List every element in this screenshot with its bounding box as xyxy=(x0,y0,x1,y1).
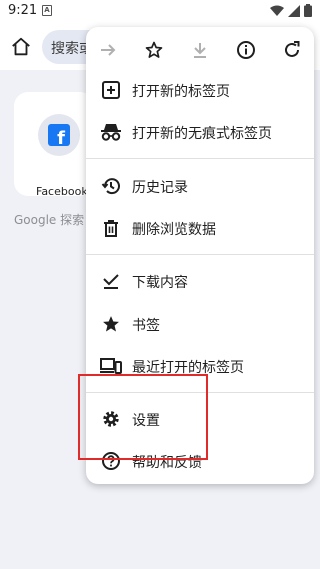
trash-icon xyxy=(100,217,122,239)
facebook-icon-wrap: f xyxy=(38,114,80,156)
download-page-button[interactable] xyxy=(188,38,212,62)
menu-top-row xyxy=(86,27,314,73)
menu-item-label: 打开新的标签页 xyxy=(132,84,230,100)
reload-button[interactable] xyxy=(280,38,304,62)
info-icon xyxy=(237,41,255,59)
facebook-letter: f xyxy=(57,128,65,146)
home-icon[interactable] xyxy=(10,36,32,58)
forward-button[interactable] xyxy=(96,38,120,62)
star-filled-icon xyxy=(100,313,122,335)
cellular-signal-icon xyxy=(288,4,300,17)
download-icon xyxy=(194,43,206,58)
menu-item-label: 书签 xyxy=(132,318,160,334)
discover-hint: Google 探索 xyxy=(14,213,85,227)
arrow-forward-icon xyxy=(101,44,116,56)
facebook-icon: f xyxy=(48,124,70,146)
new-tab-icon xyxy=(100,79,122,101)
notification-a-icon: A xyxy=(42,5,52,16)
menu-item-label: 历史记录 xyxy=(132,180,188,196)
shortcut-tile-label: Facebook xyxy=(36,185,88,198)
menu-item-history[interactable]: 历史记录 xyxy=(86,165,314,207)
star-outline-icon xyxy=(145,41,163,58)
battery-icon xyxy=(304,4,312,17)
status-bar: 9:21 A xyxy=(0,0,320,24)
menu-item-bookmarks[interactable]: 书签 xyxy=(86,303,314,345)
menu-item-label: 打开新的无痕式标签页 xyxy=(132,126,272,142)
menu-item-label: 下载内容 xyxy=(132,275,188,291)
status-icons xyxy=(270,4,312,17)
downloads-check-icon xyxy=(100,270,122,292)
menu-item-label: 删除浏览数据 xyxy=(132,222,216,238)
history-icon xyxy=(100,175,122,197)
menu-item-new-tab[interactable]: 打开新的标签页 xyxy=(86,69,314,111)
reload-icon xyxy=(285,41,300,57)
menu-item-downloads[interactable]: 下载内容 xyxy=(86,260,314,302)
incognito-icon xyxy=(100,121,122,143)
menu-item-new-incognito-tab[interactable]: 打开新的无痕式标签页 xyxy=(86,111,314,153)
menu-item-clear-browsing-data[interactable]: 删除浏览数据 xyxy=(86,207,314,249)
bookmark-star-button[interactable] xyxy=(142,38,166,62)
menu-divider xyxy=(86,158,314,159)
menu-divider xyxy=(86,254,314,255)
page-info-button[interactable] xyxy=(234,38,258,62)
wifi-icon xyxy=(270,5,284,16)
highlight-box xyxy=(78,374,208,460)
shortcut-tile-facebook[interactable]: f Facebook xyxy=(14,92,94,198)
status-time: 9:21 xyxy=(8,3,38,18)
